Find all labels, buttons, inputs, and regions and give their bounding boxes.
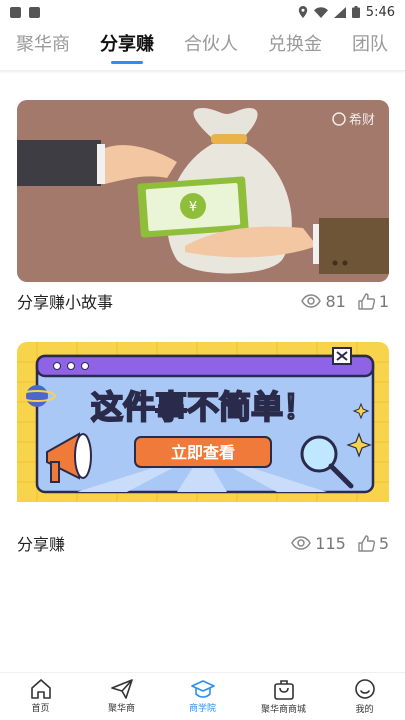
article-thumbnail[interactable]: ¥ 希财 bbox=[17, 100, 389, 282]
graduation-cap-icon bbox=[190, 680, 215, 698]
svg-text:¥: ¥ bbox=[189, 200, 197, 215]
nav-label: 首页 bbox=[31, 704, 50, 714]
nav-label: 聚华商商城 bbox=[260, 705, 306, 715]
article-title[interactable]: 分享赚 bbox=[17, 531, 65, 555]
tabs-divider bbox=[0, 70, 405, 74]
view-count: 81 bbox=[301, 291, 346, 311]
signal-icon bbox=[333, 6, 346, 18]
nav-label: 聚华商 bbox=[107, 704, 135, 714]
shopping-bag-icon bbox=[273, 680, 294, 700]
home-icon bbox=[30, 679, 51, 699]
status-time: 5:46 bbox=[365, 4, 395, 20]
eye-icon bbox=[291, 536, 312, 550]
article-meta: 分享赚小故事 81 1 bbox=[17, 282, 389, 320]
article-title[interactable]: 分享赚小故事 bbox=[17, 289, 113, 313]
paper-plane-icon bbox=[110, 679, 133, 699]
nav-label: 我的 bbox=[355, 705, 374, 715]
wifi-icon bbox=[313, 6, 328, 18]
nav-home[interactable]: 首页 bbox=[0, 679, 81, 714]
article-feed: ¥ 希财 分享赚小故事 81 1 这件事不简单！ 立即查看 分享赚 115 5 bbox=[17, 100, 389, 584]
article-card[interactable]: ¥ 希财 分享赚小故事 81 1 bbox=[17, 100, 389, 320]
money-handover-illustration: ¥ 希财 bbox=[17, 100, 389, 282]
tab-fenxiangzhuan[interactable]: 分享赚 bbox=[84, 24, 154, 70]
tab-tuandui[interactable]: 团队 bbox=[336, 24, 388, 70]
tab-hehuoren[interactable]: 合伙人 bbox=[168, 24, 238, 70]
user-face-icon bbox=[354, 679, 375, 699]
image-notification-icon bbox=[10, 6, 21, 18]
status-bar: 5:46 bbox=[0, 0, 405, 24]
banner-headline: 这件事不简单！ bbox=[91, 388, 315, 426]
article-thumbnail[interactable]: 这件事不简单！ 立即查看 bbox=[17, 342, 389, 524]
nav-juhuashang[interactable]: 聚华商 bbox=[81, 679, 162, 714]
view-count-value: 115 bbox=[315, 533, 346, 553]
nav-label: 商学院 bbox=[188, 704, 216, 714]
bottom-navigation: 首页 聚华商 商学院 聚华商商城 我的 bbox=[0, 672, 405, 720]
nav-profile[interactable]: 我的 bbox=[324, 678, 405, 715]
thumbs-up-icon bbox=[358, 534, 375, 552]
thumbs-up-icon bbox=[358, 292, 375, 310]
tab-duihuanjin[interactable]: 兑换金 bbox=[252, 24, 322, 70]
nav-business-school[interactable]: 商学院 bbox=[162, 679, 243, 714]
promo-banner-illustration: 这件事不简单！ 立即查看 bbox=[17, 342, 389, 502]
like-count-value: 5 bbox=[378, 533, 389, 553]
article-meta: 分享赚 115 5 bbox=[17, 524, 389, 562]
view-count: 115 bbox=[291, 534, 346, 553]
like-count[interactable]: 1 bbox=[358, 292, 389, 311]
tab-juhuashang[interactable]: 聚华商 bbox=[0, 24, 70, 70]
location-icon bbox=[298, 6, 307, 18]
view-count-value: 81 bbox=[325, 291, 346, 311]
like-count[interactable]: 5 bbox=[358, 534, 389, 553]
eye-icon bbox=[301, 294, 322, 308]
category-tabs: 聚华商 分享赚 合伙人 兑换金 团队 bbox=[0, 24, 405, 70]
like-count-value: 1 bbox=[378, 291, 389, 311]
watermark-label: 希财 bbox=[349, 113, 375, 128]
banner-button-label: 立即查看 bbox=[171, 443, 235, 462]
article-card[interactable]: 这件事不简单！ 立即查看 分享赚 115 5 bbox=[17, 342, 389, 562]
app-notification-icon bbox=[29, 6, 40, 18]
battery-icon bbox=[351, 6, 360, 18]
nav-mall[interactable]: 聚华商商城 bbox=[243, 678, 324, 715]
